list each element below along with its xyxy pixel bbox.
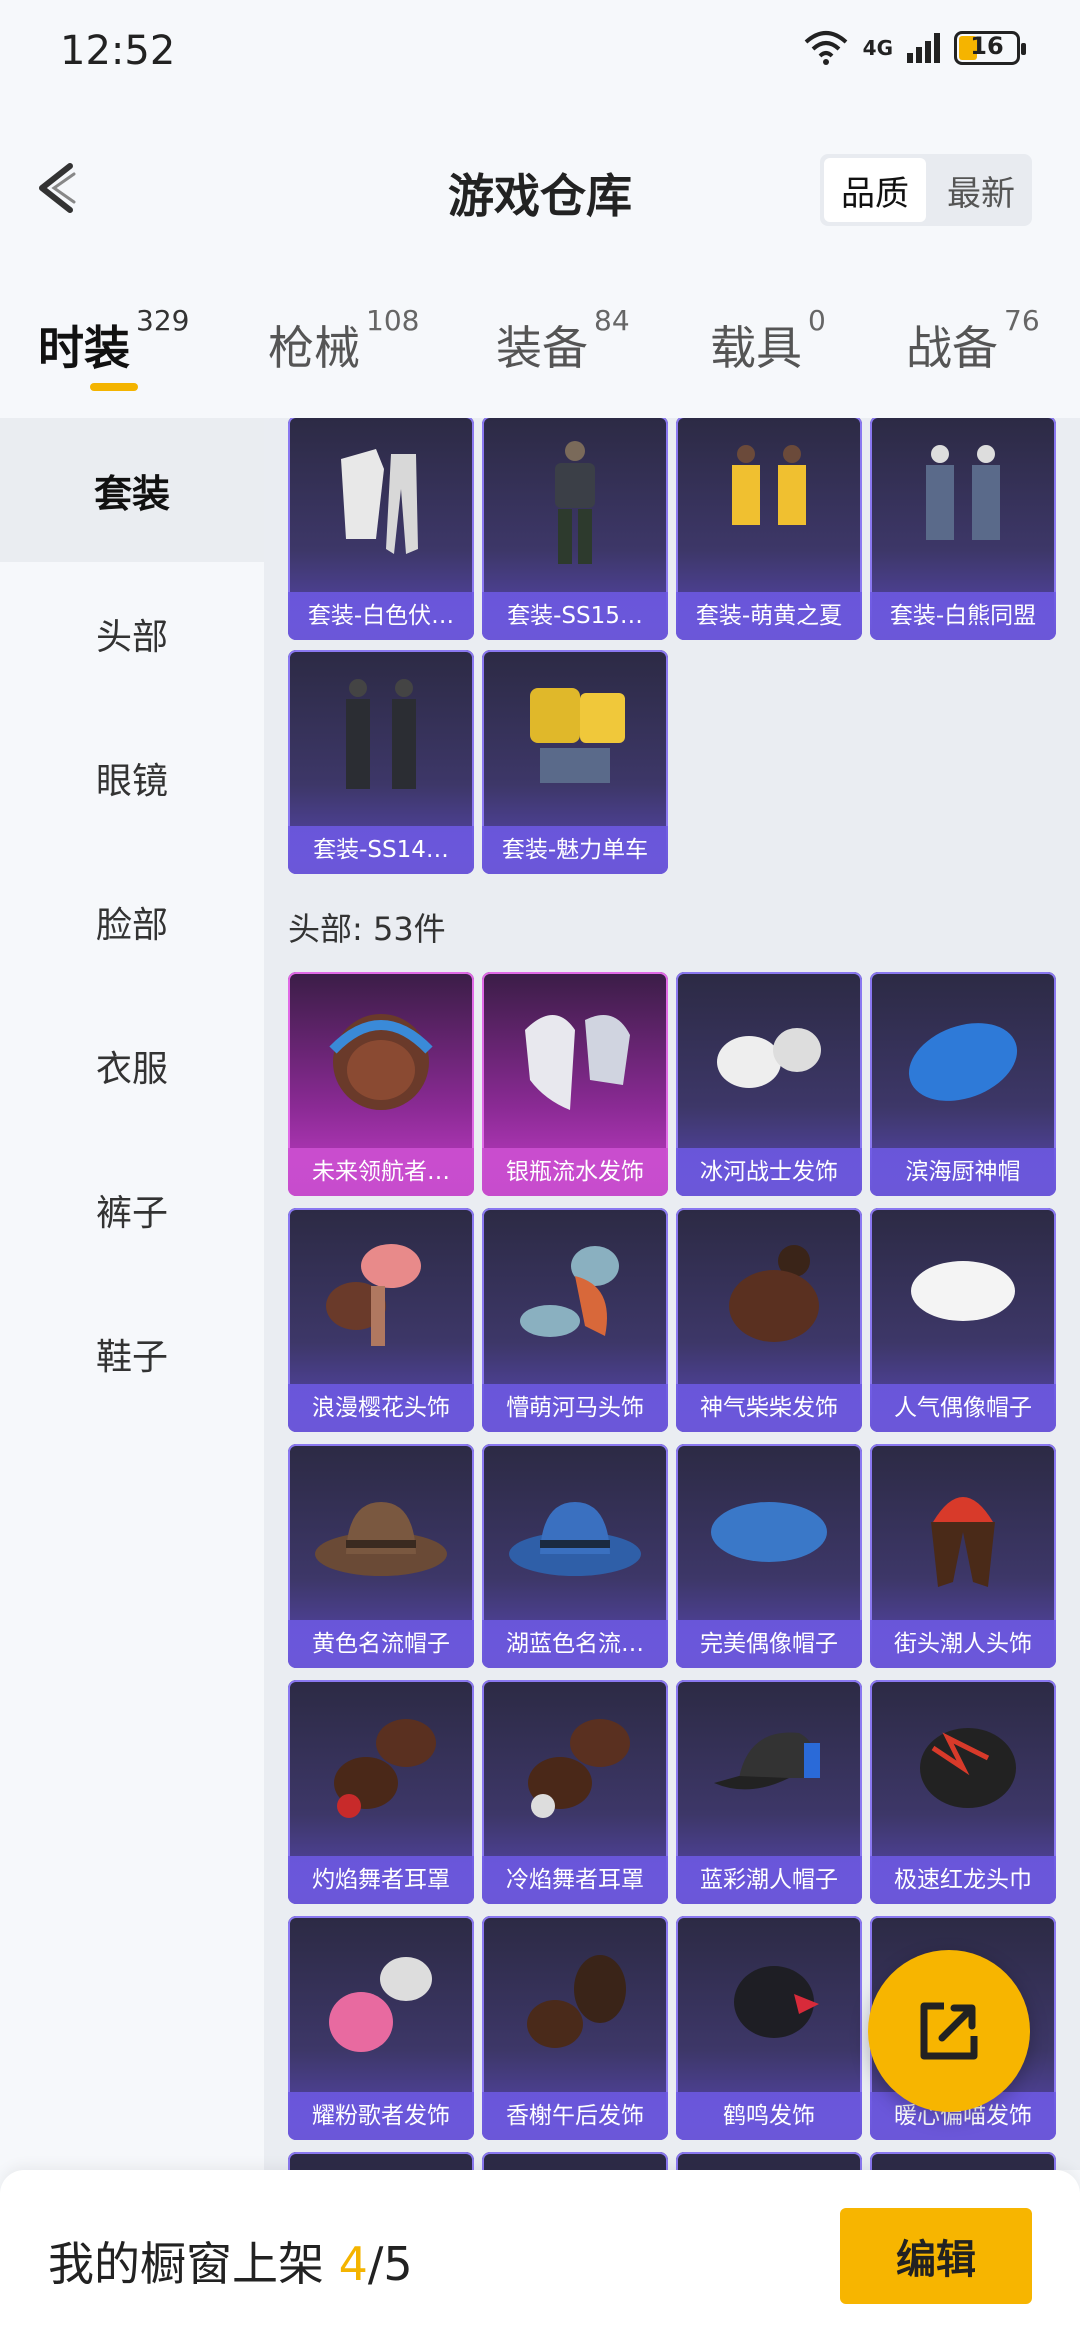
hair-image [482,972,668,1148]
hair-image [676,972,862,1148]
bottom-bar: 我的橱窗上架 4/5 编辑 [0,2170,1080,2340]
battery-icon: 16 [954,31,1026,65]
helmet-image [288,972,474,1148]
header: 游戏仓库 品质 最新 [0,140,1080,240]
item-grid: 套装-白色伏… 套装-SS15… 套装-萌黄之夏 套装-白熊同盟 套装-SS14… [264,418,1080,2170]
head-item-card[interactable]: 浪漫樱花头饰 [288,1208,474,1432]
tab-vehicles[interactable]: 载具0 [710,304,826,378]
hair-image [482,1916,668,2092]
share-button[interactable] [868,1950,1030,2112]
suit-card[interactable]: 套装-SS15… [482,418,668,640]
sidebar-item-glasses[interactable]: 眼镜 [0,706,264,850]
tab-supplies[interactable]: 战备76 [906,304,1040,378]
head-item-card[interactable]: 街头潮人头饰 [870,1444,1056,1668]
battery-level: 16 [970,32,1004,60]
suit-image [288,650,474,826]
signal-icon [907,33,940,63]
suit-card[interactable]: 套装-SS14… [288,650,474,874]
hat-image [870,972,1056,1148]
head-item-card[interactable] [288,2152,474,2170]
head-item-card[interactable]: 冷焰舞者耳罩 [482,1680,668,1904]
head-item-card[interactable] [870,2152,1056,2170]
head-item-card[interactable]: 神气柴柴发饰 [676,1208,862,1432]
head-item-card[interactable]: 黄色名流帽子 [288,1444,474,1668]
head-item-card[interactable]: 蓝彩潮人帽子 [676,1680,862,1904]
hair-image [676,1208,862,1384]
bandana-image [870,1680,1056,1856]
category-tabs: 时装329 枪械108 装备84 载具0 战备76 [0,300,1080,420]
sidebar: 套装 头部 眼镜 脸部 衣服 裤子 鞋子 [0,418,264,2170]
wifi-icon [804,31,847,65]
section-title-head: 头部: 53件 [288,910,446,948]
suit-image [288,418,474,592]
head-item-card[interactable]: 人气偶像帽子 [870,1208,1056,1432]
sidebar-item-face[interactable]: 脸部 [0,850,264,994]
head-item-card[interactable]: 完美偶像帽子 [676,1444,862,1668]
sidebar-item-pants[interactable]: 裤子 [0,1138,264,1282]
hat-image [482,1444,668,1620]
cap-image [676,1680,862,1856]
head-item-card[interactable]: 滨海厨神帽 [870,972,1056,1196]
hair-image [288,1208,474,1384]
status-icons: 4G 16 [803,30,1026,66]
network-type: 4G [862,36,893,60]
earmuff-image [288,1680,474,1856]
hair-image [482,1208,668,1384]
status-bar: 12:52 4G 16 [0,0,1080,110]
suit-image [870,418,1056,592]
sidebar-item-suits[interactable]: 套装 [0,418,264,562]
sidebar-item-head[interactable]: 头部 [0,562,264,706]
hair-image [676,1916,862,2092]
edit-button[interactable]: 编辑 [840,2208,1032,2304]
suit-card[interactable]: 套装-白色伏… [288,418,474,640]
sort-newest-button[interactable]: 最新 [930,154,1032,226]
active-tab-indicator [90,383,138,391]
clock: 12:52 [60,28,176,74]
head-item-card[interactable]: 未来领航者… [288,972,474,1196]
head-item-card[interactable] [676,2152,862,2170]
hat-image [288,1444,474,1620]
head-item-card[interactable]: 极速红龙头巾 [870,1680,1056,1904]
head-item-card[interactable]: 银瓶流水发饰 [482,972,668,1196]
showcase-status: 我的橱窗上架 4/5 [48,2237,413,2291]
sidebar-item-shoes[interactable]: 鞋子 [0,1282,264,1426]
head-item-card[interactable]: 耀粉歌者发饰 [288,1916,474,2140]
hat-image [870,1444,1056,1620]
sort-quality-button[interactable]: 品质 [824,158,926,222]
hair-image [288,1916,474,2092]
tab-equipment[interactable]: 装备84 [496,304,630,378]
head-item-card[interactable] [482,2152,668,2170]
head-item-card[interactable]: 香榭午后发饰 [482,1916,668,2140]
hat-image [676,1444,862,1620]
sidebar-item-clothes[interactable]: 衣服 [0,994,264,1138]
suit-image [482,650,668,826]
tab-fashion[interactable]: 时装329 [38,304,189,378]
head-item-card[interactable]: 懵萌河马头饰 [482,1208,668,1432]
suit-image [482,418,668,592]
head-item-card[interactable]: 湖蓝色名流… [482,1444,668,1668]
suit-image [676,418,862,592]
sort-toggle: 品质 最新 [820,154,1032,226]
hat-image [870,1208,1056,1384]
head-item-card[interactable]: 灼焰舞者耳罩 [288,1680,474,1904]
suit-card[interactable]: 套装-白熊同盟 [870,418,1056,640]
share-icon [920,2002,978,2060]
suit-card[interactable]: 套装-魅力单车 [482,650,668,874]
earmuff-image [482,1680,668,1856]
head-item-card[interactable]: 鹤鸣发饰 [676,1916,862,2140]
tab-guns[interactable]: 枪械108 [268,304,419,378]
suit-card[interactable]: 套装-萌黄之夏 [676,418,862,640]
head-item-card[interactable]: 冰河战士发饰 [676,972,862,1196]
